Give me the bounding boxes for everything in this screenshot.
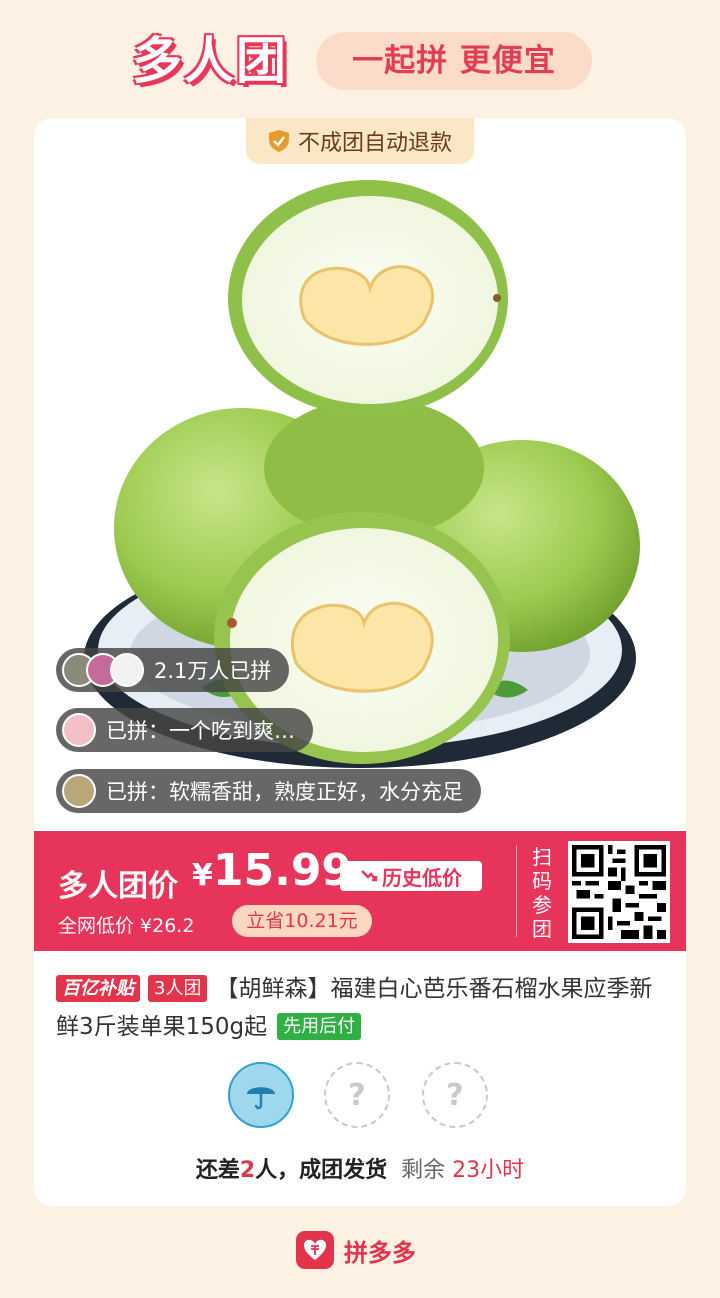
review-text: 已拼：软糯香甜，熟度正好，水分充足 xyxy=(106,780,463,804)
pay-later-tag: 先用后付 xyxy=(277,1013,362,1040)
group-price-label: 多人团价 xyxy=(58,869,178,904)
history-low-badge: 历史低价 xyxy=(340,861,482,891)
brand-slogan: 一起拼 更便宜 xyxy=(316,32,592,90)
review-bubble: 已拼：一个吃到爽… xyxy=(56,708,313,752)
qr-code[interactable] xyxy=(568,841,670,943)
currency-symbol: ¥ xyxy=(192,858,213,893)
savings-badge: 立省10.21元 xyxy=(232,905,372,937)
joined-count-bubble: 2.1万人已拼 xyxy=(56,648,290,692)
question-mark-icon: ? xyxy=(446,1077,464,1113)
price-banner: 多人团价 ¥15.99 历史低价 全网低价 ¥26.2 立省10.21元 扫码参… xyxy=(34,831,686,951)
avatar xyxy=(110,653,144,687)
group-member-slots: ? ? xyxy=(224,1062,504,1134)
empty-slot: ? xyxy=(422,1062,488,1128)
price-value: 15.99 xyxy=(212,845,353,896)
group-status: 还差2人，成团发货 剩余 23小时 xyxy=(34,1152,686,1184)
footer-brand: 拼多多 xyxy=(296,1230,416,1270)
history-low-text: 历史低价 xyxy=(382,865,462,890)
group-buy-card[interactable]: 不成团自动退款 2.1万人已拼 已拼：一个吃到爽… 已拼：软糯香甜，熟度正好，水… xyxy=(34,118,686,1206)
member-avatar xyxy=(228,1062,294,1128)
group-price: ¥15.99 xyxy=(192,845,352,896)
header: 多人团 一起拼 更便宜 xyxy=(0,0,720,118)
divider xyxy=(516,845,517,937)
app-name: 拼多多 xyxy=(344,1238,416,1267)
question-mark-icon: ? xyxy=(348,1077,366,1113)
umbrella-icon xyxy=(247,1087,275,1110)
refund-guarantee-tag: 不成团自动退款 xyxy=(246,118,474,164)
qr-code-icon xyxy=(572,845,666,939)
needed-count: 2 xyxy=(239,1158,256,1183)
review-bubble: 已拼：软糯香甜，熟度正好，水分充足 xyxy=(56,769,481,813)
status-prefix: 还差 xyxy=(195,1158,240,1183)
status-suffix: 人，成团发货 xyxy=(255,1158,388,1183)
joined-count-text: 2.1万人已拼 xyxy=(154,659,272,683)
remain-time: 23小时 xyxy=(452,1158,525,1183)
avatar xyxy=(62,774,96,808)
review-text: 已拼：一个吃到爽… xyxy=(106,719,295,743)
trend-down-icon xyxy=(361,870,378,882)
avatar xyxy=(62,713,96,747)
subsidy-tag: 百亿补贴 xyxy=(56,975,140,1002)
brand-title: 多人团 xyxy=(132,32,288,90)
group-size-tag: 3人团 xyxy=(148,975,208,1002)
shield-check-icon xyxy=(268,130,289,152)
empty-slot: ? xyxy=(324,1062,390,1128)
refund-tag-text: 不成团自动退款 xyxy=(297,131,452,156)
market-low-price: 全网低价 ¥26.2 xyxy=(58,915,195,937)
pinduoduo-logo-icon xyxy=(296,1231,334,1269)
avatar-stack xyxy=(62,653,144,687)
scan-to-join-label: 扫码参团 xyxy=(532,845,552,941)
product-title-area[interactable]: 百亿补贴 3人团 【胡鲜森】福建白心芭乐番石榴水果应季新鲜3斤装单果150g起 先用后… xyxy=(56,970,668,1046)
remain-label: 剩余 xyxy=(401,1158,446,1183)
